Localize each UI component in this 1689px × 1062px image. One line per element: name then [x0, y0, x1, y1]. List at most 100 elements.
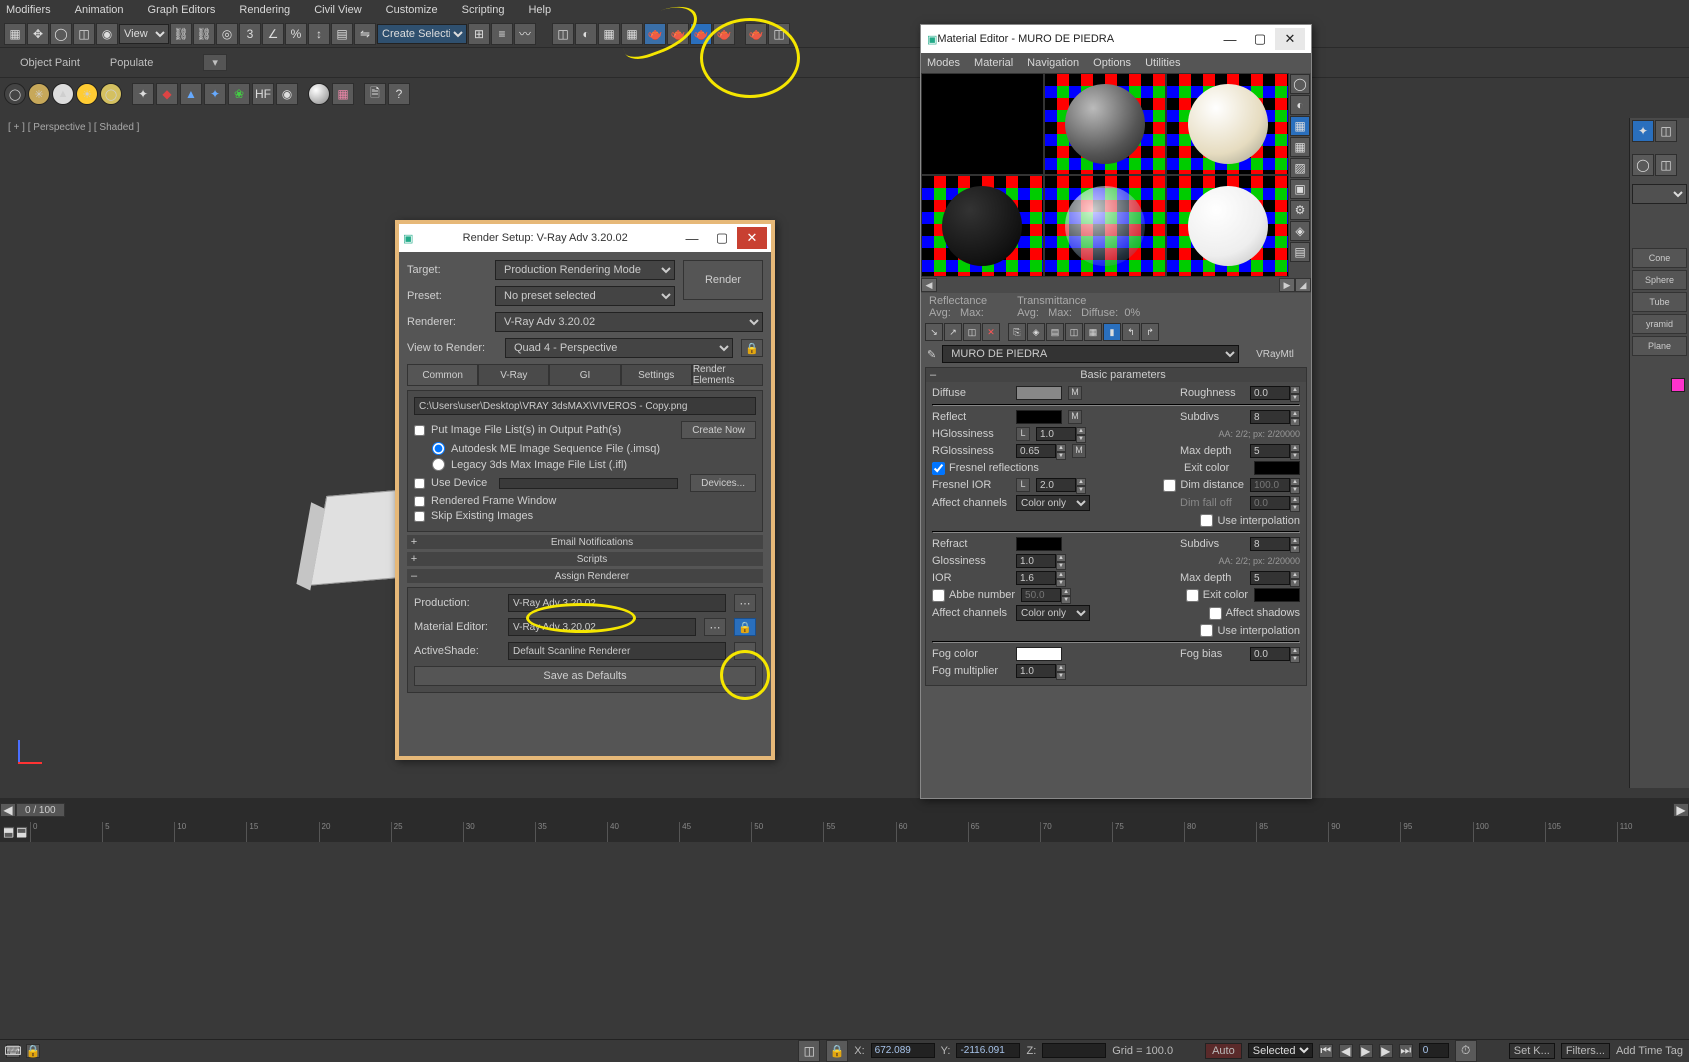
mat-menu-navigation[interactable]: Navigation [1027, 57, 1079, 69]
y-coord[interactable]: -2116.091 [956, 1043, 1020, 1058]
reflect-map-button[interactable]: M [1068, 410, 1082, 424]
select-icon[interactable]: ▦ [4, 23, 26, 45]
mat-slot-6[interactable] [1166, 175, 1289, 277]
activeshade-browse-button[interactable]: ⋯ [734, 642, 756, 660]
key-mode-select[interactable]: Selected [1248, 1043, 1313, 1058]
rotate-icon[interactable]: ◯ [50, 23, 72, 45]
menu-civil-view[interactable]: Civil View [314, 4, 361, 16]
production-browse-button[interactable]: ⋯ [734, 594, 756, 612]
refl-subdivs-spinner[interactable] [1250, 410, 1290, 424]
show-end-result-icon[interactable]: ▮ [1103, 323, 1121, 341]
render-titlebar[interactable]: ▣ Render Setup: V-Ray Adv 3.20.02 — ▢ ✕ [399, 224, 771, 252]
fog-mult-spinner[interactable] [1016, 664, 1056, 678]
bone-icon[interactable]: ✦ [204, 83, 226, 105]
set-key-button[interactable]: Set K... [1509, 1043, 1555, 1059]
scroll-corner-icon[interactable]: ◢ [1295, 278, 1311, 292]
render-last-icon[interactable]: 🫖 [713, 23, 735, 45]
link-icon[interactable]: ⛓ [170, 23, 192, 45]
material-editor-icon[interactable]: ◐ [575, 23, 597, 45]
sample-sphere-icon[interactable]: ◯ [1290, 74, 1310, 94]
view-select[interactable]: Quad 4 - Perspective [505, 338, 733, 358]
tab-common[interactable]: Common [407, 364, 478, 386]
production-input[interactable] [508, 594, 726, 612]
schematic-icon[interactable]: ◫ [552, 23, 574, 45]
primitive-cone[interactable]: Cone [1632, 248, 1687, 268]
fog-color-swatch[interactable] [1016, 647, 1062, 661]
hgloss-lock-icon[interactable]: L [1016, 427, 1030, 441]
renderer-select[interactable]: V-Ray Adv 3.20.02 [495, 312, 763, 332]
tab-vray[interactable]: V-Ray [478, 364, 549, 386]
select-by-mat-icon[interactable]: ◈ [1290, 221, 1310, 241]
mat-slot-5[interactable] [1044, 175, 1167, 277]
create-now-button[interactable]: Create Now [681, 421, 756, 439]
dim-falloff-spinner[interactable] [1250, 496, 1290, 510]
layers-icon[interactable]: ≡ [491, 23, 513, 45]
render-frame-icon[interactable]: ▦ [621, 23, 643, 45]
abbe-spinner[interactable] [1021, 588, 1061, 602]
mat-map-nav-icon[interactable]: ▤ [1290, 242, 1310, 262]
mat-slot-3[interactable] [1166, 73, 1289, 175]
snap-icon[interactable]: 3 [239, 23, 261, 45]
sky-icon[interactable]: ◯ [100, 83, 122, 105]
key-mode-icon[interactable]: ⬒ [3, 826, 15, 838]
move-icon[interactable]: ✥ [27, 23, 49, 45]
percent-snap-icon[interactable]: % [285, 23, 307, 45]
diffuse-swatch[interactable] [1016, 386, 1062, 400]
make-copy-icon[interactable]: ⎘ [1008, 323, 1026, 341]
devices-button[interactable]: Devices... [690, 474, 756, 492]
camera-icon[interactable]: ▲ [180, 83, 202, 105]
material-menu[interactable]: Modes Material Navigation Options Utilit… [921, 53, 1311, 73]
mat-menu-utilities[interactable]: Utilities [1145, 57, 1180, 69]
z-coord[interactable] [1042, 1043, 1106, 1058]
refr-exit-color-check[interactable] [1186, 589, 1199, 602]
fresnel-check[interactable] [932, 462, 945, 475]
mateditor-input[interactable] [508, 618, 696, 636]
time-slider[interactable]: ◀ 0 / 100 ▶ [0, 798, 1689, 822]
reflect-swatch[interactable] [1016, 410, 1062, 424]
show-map-icon[interactable]: ▦ [1084, 323, 1102, 341]
hair-icon[interactable]: HF [252, 83, 274, 105]
preset-select[interactable]: No preset selected [495, 286, 675, 306]
helper-icon[interactable]: ◆ [156, 83, 178, 105]
skip-check[interactable] [414, 511, 425, 522]
assign-renderer-section[interactable]: –Assign Renderer [407, 569, 763, 583]
dim-dist-check[interactable] [1163, 479, 1176, 492]
viewport[interactable]: [ + ] [ Perspective ] [ Shaded ] [0, 118, 1689, 784]
play-icon[interactable]: ▶ [1359, 1044, 1373, 1058]
render-setup-icon[interactable]: ▦ [598, 23, 620, 45]
hgloss-spinner[interactable] [1036, 427, 1076, 441]
mat-maximize-icon[interactable]: ▢ [1245, 28, 1275, 50]
render-prod-icon[interactable]: 🫖 [644, 23, 666, 45]
mat-menu-modes[interactable]: Modes [927, 57, 960, 69]
add-time-tag[interactable]: Add Time Tag [1616, 1045, 1683, 1057]
menu-modifiers[interactable]: Modifiers [6, 4, 51, 16]
video-check-icon[interactable]: ▨ [1290, 158, 1310, 178]
primitive-pyramid[interactable]: yramid [1632, 314, 1687, 334]
refr-subdivs-spinner[interactable] [1250, 537, 1290, 551]
geometry-icon[interactable]: ◯ [1632, 154, 1654, 176]
refr-maxdepth-spinner[interactable] [1250, 571, 1290, 585]
timeline-right-icon[interactable]: ▶ [1673, 803, 1689, 817]
lock-selection-icon[interactable]: 🔒 [26, 1044, 40, 1058]
command-panel[interactable]: ✦ ◫ ◯ ◫ Cone Sphere Tube yramid Plane [1629, 118, 1689, 788]
light-spot-icon[interactable]: ✳ [28, 83, 50, 105]
lock-icon[interactable]: 🔒 [826, 1040, 848, 1062]
mat-slot-4[interactable] [921, 175, 1044, 277]
unlink-icon[interactable]: ⛓ [193, 23, 215, 45]
cloth-icon[interactable]: ◉ [276, 83, 298, 105]
mat-menu-options[interactable]: Options [1093, 57, 1131, 69]
light-omni-icon[interactable]: ◯ [4, 83, 26, 105]
x-coord[interactable]: 672.089 [871, 1043, 935, 1058]
ribbon-expand-icon[interactable]: ▾ [203, 54, 227, 71]
roughness-spinner[interactable] [1250, 386, 1290, 400]
mat-slot-1[interactable] [921, 73, 1044, 175]
help-icon[interactable]: ? [388, 83, 410, 105]
light-direct-icon[interactable]: ▲ [52, 83, 74, 105]
maximize-icon[interactable]: ▢ [707, 227, 737, 249]
mateditor-browse-button[interactable]: ⋯ [704, 618, 726, 636]
rgloss-map-button[interactable]: M [1072, 444, 1086, 458]
goto-start-icon[interactable]: ⏮ [1319, 1044, 1333, 1058]
ref-coord-select[interactable]: View [119, 24, 169, 44]
ifl-radio[interactable] [432, 458, 445, 471]
make-preview-icon[interactable]: ▣ [1290, 179, 1310, 199]
